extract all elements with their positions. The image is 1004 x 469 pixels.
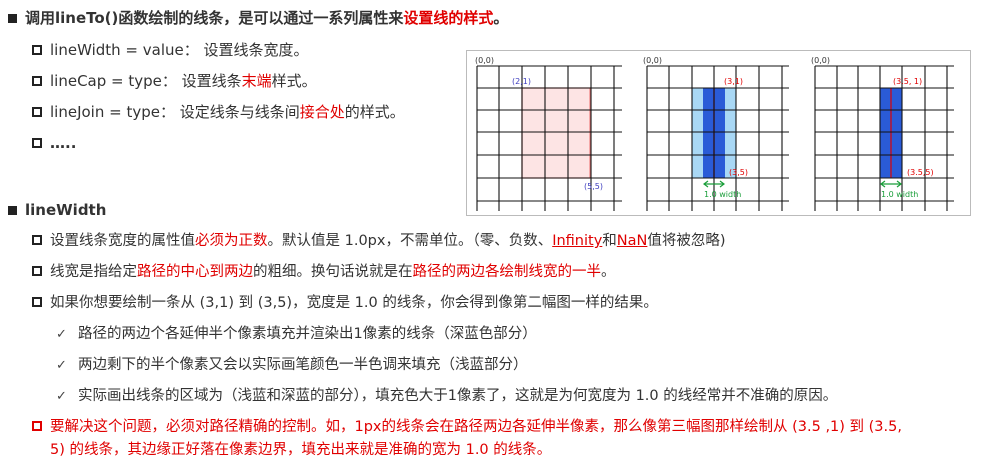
grid-2: (0,0) (3,1) (3,5) 1.0 width: [643, 56, 789, 211]
nan-link[interactable]: NaN: [617, 233, 648, 249]
list-item-linejoin: lineJoin = type： 设定线条与线条间接合处的样式。: [32, 102, 405, 122]
list-item-ellipsis: …..: [32, 133, 76, 153]
bullet-square-icon: [8, 14, 17, 23]
linewidth-diagram: (0,0) (2,1) (5,5) (0,0) (3,1) (3,5) 1.0 …: [466, 50, 971, 216]
end-point-label: (3,5): [729, 168, 748, 177]
infinity-link[interactable]: Infinity: [552, 233, 602, 249]
para-center-to-edges: 线宽是指给定路径的中心到两边的粗细。换句话说就是在路径的两边各绘制线宽的一半。: [32, 262, 616, 282]
check-item-1: ✓ 路径的两边个各延伸半个像素填充并渲染出1像素的线条（深蓝色部分）: [56, 324, 537, 345]
para-example: 如果你想要绘制一条从 (3,1) 到 (3,5)，宽度是 1.0 的线条，你会得…: [32, 293, 658, 313]
end-point-label: (3.5,5): [907, 168, 934, 177]
section2-title: lineWidth: [8, 200, 106, 220]
origin-label: (0,0): [811, 56, 830, 65]
bullet-hollow-square-icon: [32, 45, 42, 55]
bullet-square-icon: [8, 206, 17, 215]
bullet-hollow-square-icon: [32, 107, 42, 117]
checkmark-icon: ✓: [56, 327, 67, 342]
start-point-label: (3,1): [724, 77, 743, 86]
origin-label: (0,0): [643, 56, 662, 65]
check-item-3: ✓ 实际画出线条的区域为（浅蓝和深蓝的部分），填充色大于1像素了，这就是为何宽度为…: [56, 386, 837, 407]
list-item-linecap: lineCap = type： 设置线条末端样式。: [32, 71, 317, 91]
para-solution-continued: 5) 的线条，其边缘正好落在像素边界，填充出来就是准确的宽为 1.0 的线条。: [50, 442, 552, 458]
width-label: 1.0 width: [704, 190, 741, 199]
grid-diagrams: (0,0) (2,1) (5,5) (0,0) (3,1) (3,5) 1.0 …: [475, 56, 954, 211]
bullet-hollow-square-icon: [32, 76, 42, 86]
bullet-hollow-square-icon: [32, 138, 42, 148]
bullet-hollow-square-icon: [32, 297, 42, 307]
list-item-linewidth: lineWidth = value： 设置线条宽度。: [32, 40, 309, 60]
bullet-hollow-square-icon: [32, 421, 42, 431]
para-solution: 要解决这个问题，必须对路径精确的控制。如，1px的线条会在路径两边各延伸半像素，…: [32, 417, 902, 437]
origin-label: (0,0): [475, 56, 494, 65]
start-point-label: (2,1): [512, 77, 531, 86]
bullet-hollow-square-icon: [32, 235, 42, 245]
bullet-hollow-square-icon: [32, 266, 42, 276]
para-must-be-positive: 设置线条宽度的属性值必须为正数。默认值是 1.0px，不需单位。（零、负数、In…: [32, 231, 726, 251]
check-item-2: ✓ 两边剩下的半个像素又会以实际画笔颜色一半色调来填充（浅蓝部分）: [56, 355, 528, 376]
checkmark-icon: ✓: [56, 389, 67, 404]
width-label: 1.0 width: [881, 190, 918, 199]
end-point-label: (5,5): [584, 182, 603, 191]
section1-title: 调用lineTo()函数绘制的线条，是可以通过一系列属性来设置线的样式。: [8, 8, 508, 28]
fill-rect: [521, 87, 591, 179]
grid-1: (0,0) (2,1) (5,5): [475, 56, 622, 211]
grid-3: (0,0) (3.5, 1) (3.5,5) 1.0 width: [811, 56, 954, 211]
start-point-label: (3.5, 1): [893, 77, 922, 86]
checkmark-icon: ✓: [56, 358, 67, 373]
